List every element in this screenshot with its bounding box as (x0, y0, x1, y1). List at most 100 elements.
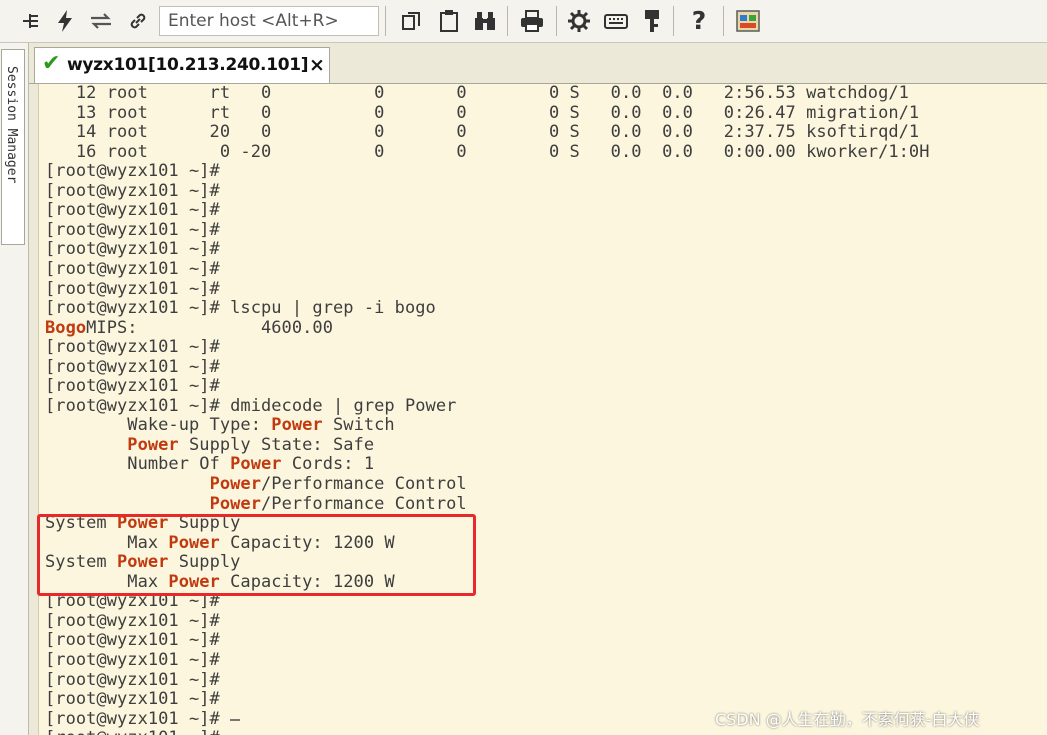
terminal-text: Cords: 1 (281, 454, 375, 475)
terminal-line: Power Supply State: Safe (45, 434, 375, 455)
terminal-text: [root@wyzx101 ~]# (45, 708, 231, 729)
terminal-line: [root@wyzx101 ~]# (45, 240, 220, 259)
terminal-line: 13 root rt 0 0 0 0 S 0.0 0.0 0:26.47 mig… (45, 102, 920, 123)
terminal-line: 14 root 20 0 0 0 0 S 0.0 0.0 2:37.75 kso… (45, 123, 919, 142)
terminal-text: Switch (322, 415, 395, 436)
session-manager-label: Session Manager (4, 66, 19, 184)
terminal-text: [root@wyzx101 ~]# (45, 239, 220, 260)
terminal-text: [root@wyzx101 ~]# (45, 610, 220, 631)
text-cursor (230, 718, 241, 721)
terminal-line: [root@wyzx101 ~]# (45, 377, 220, 396)
reconnect-icon[interactable] (86, 6, 116, 36)
terminal-text: Supply State: Safe (178, 434, 375, 455)
check-icon: ✔ (42, 51, 61, 76)
toolbar: Enter host <Alt+R> ? (0, 0, 1047, 43)
terminal-line: [root@wyzx101 ~]# (45, 180, 220, 201)
terminal-text: 13 root rt 0 0 0 0 S 0.0 0.0 0:26.47 mig… (45, 102, 920, 123)
terminal-text: MIPS: 4600.00 (86, 317, 333, 338)
terminal-text: [root@wyzx101 ~]# (45, 669, 220, 690)
terminal-line: [root@wyzx101 ~]# (45, 162, 220, 181)
terminal-text: Number Of (45, 454, 231, 475)
terminal-text: /Performance Control (261, 474, 467, 494)
terminal-text: 16 root 0 -20 0 0 0 S 0.0 0.0 0:00.00 kw… (45, 141, 930, 162)
terminal-text: [root@wyzx101 ~]# (45, 356, 220, 377)
terminal-text: /Performance Control (261, 493, 467, 514)
terminal-text: Wake-up Type: (45, 415, 272, 436)
terminal-line: BogoMIPS: 4600.00 (45, 317, 333, 338)
toolbar-separator (723, 6, 724, 36)
terminal-text: [root@wyzx101 ~]# (45, 200, 220, 221)
terminal-text: 12 root rt 0 0 0 0 S 0.0 0.0 2:56.53 wat… (45, 84, 909, 103)
toolbar-separator (673, 6, 674, 36)
terminal-line: [root@wyzx101 ~]# (45, 278, 220, 299)
terminal-text: 14 root 20 0 0 0 0 S 0.0 0.0 2:37.75 kso… (45, 122, 920, 143)
paste-icon[interactable] (434, 6, 464, 36)
terminal-text: [root@wyzx101 ~]# (45, 376, 220, 397)
tab-session-wyzx101[interactable]: ✔ wyzx101[10.213.240.101] × (34, 47, 330, 83)
terminal-text: [root@wyzx101 ~]# (45, 219, 220, 240)
terminal-output[interactable]: 12 root rt 0 0 0 0 S 0.0 0.0 2:56.53 wat… (38, 84, 1047, 735)
terminal-line: Wake-up Type: Power Switch (45, 416, 395, 435)
match-highlight: Power (230, 454, 282, 475)
terminal-text: [root@wyzx101 ~]# (45, 337, 220, 358)
toolbar-separator (507, 6, 508, 36)
link-icon[interactable] (124, 6, 152, 36)
terminal-line: [root@wyzx101 ~]# (45, 690, 220, 709)
key-icon[interactable] (638, 6, 666, 36)
terminal-line: [root@wyzx101 ~]# (45, 201, 220, 220)
print-icon[interactable] (516, 6, 548, 36)
terminal-line: [root@wyzx101 ~]# (45, 649, 220, 670)
terminal-text: [root@wyzx101 ~]# dmidecode | grep Power (45, 395, 457, 416)
copy-icon[interactable] (396, 6, 426, 36)
tab-strip: ✔ wyzx101[10.213.240.101] × (29, 43, 1047, 84)
match-highlight: Power (209, 493, 261, 514)
terminal-line: [root@wyzx101 ~]# dmidecode | grep Power (45, 395, 457, 416)
terminal-line: [root@wyzx101 ~]# (45, 338, 220, 357)
gear-icon[interactable] (564, 6, 594, 36)
match-highlight: Power (127, 434, 179, 455)
terminal-text: [root@wyzx101 ~]# (45, 278, 220, 299)
toolbar-separator (556, 6, 557, 36)
terminal-line: [root@wyzx101 ~]# (45, 729, 220, 735)
match-highlight: Bogo (45, 317, 87, 338)
terminal-line: Power/Performance Control (45, 493, 467, 514)
match-highlight: Power (209, 474, 261, 494)
keyboard-icon[interactable] (600, 6, 632, 36)
terminal-text: [root@wyzx101 ~]# lscpu | grep -i bogo (45, 298, 436, 319)
toolbar-separator (385, 6, 386, 36)
session-manager-tab[interactable]: Session Manager (1, 49, 25, 245)
help-icon[interactable]: ? (684, 6, 714, 36)
terminal-line: [root@wyzx101 ~]# (45, 219, 220, 240)
sftp-icon[interactable] (732, 6, 764, 36)
terminal-text: [root@wyzx101 ~]# (45, 161, 220, 182)
terminal-text: [root@wyzx101 ~]# (45, 689, 220, 710)
host-input[interactable]: Enter host <Alt+R> (159, 6, 379, 36)
terminal-line: 12 root rt 0 0 0 0 S 0.0 0.0 2:56.53 wat… (45, 84, 909, 103)
terminal-text: [root@wyzx101 ~]# (45, 630, 220, 651)
lightning-icon[interactable] (52, 6, 78, 36)
terminal-line: [root@wyzx101 ~]# lscpu | grep -i bogo (45, 299, 436, 318)
terminal-line: 16 root 0 -20 0 0 0 S 0.0 0.0 0:00.00 kw… (45, 141, 930, 162)
close-icon[interactable]: × (309, 54, 325, 76)
new-session-icon[interactable] (18, 6, 44, 36)
terminal-line: [root@wyzx101 ~]# (45, 631, 220, 650)
terminal-line: [root@wyzx101 ~]# (45, 669, 220, 690)
terminal-line: [root@wyzx101 ~]# (45, 258, 220, 279)
terminal-line: [root@wyzx101 ~]# (45, 708, 241, 729)
terminal-line: Number Of Power Cords: 1 (45, 455, 374, 474)
session-manager-panel: Session Manager (0, 43, 29, 735)
watermark: CSDN @人生在勤，不索何获-白大侠 (715, 710, 980, 729)
terminal-text: [root@wyzx101 ~]# (45, 649, 220, 670)
terminal-text: [root@wyzx101 ~]# (45, 180, 220, 201)
binoculars-icon[interactable] (470, 6, 500, 36)
terminal-line: [root@wyzx101 ~]# (45, 356, 220, 377)
match-highlight: Power (271, 415, 323, 436)
tab-title: wyzx101[10.213.240.101] (67, 55, 309, 75)
terminal-text: [root@wyzx101 ~]# (45, 258, 220, 279)
terminal-line: [root@wyzx101 ~]# (45, 610, 220, 631)
terminal-text: [root@wyzx101 ~]# (45, 728, 220, 735)
terminal-line: Power/Performance Control (45, 475, 467, 494)
